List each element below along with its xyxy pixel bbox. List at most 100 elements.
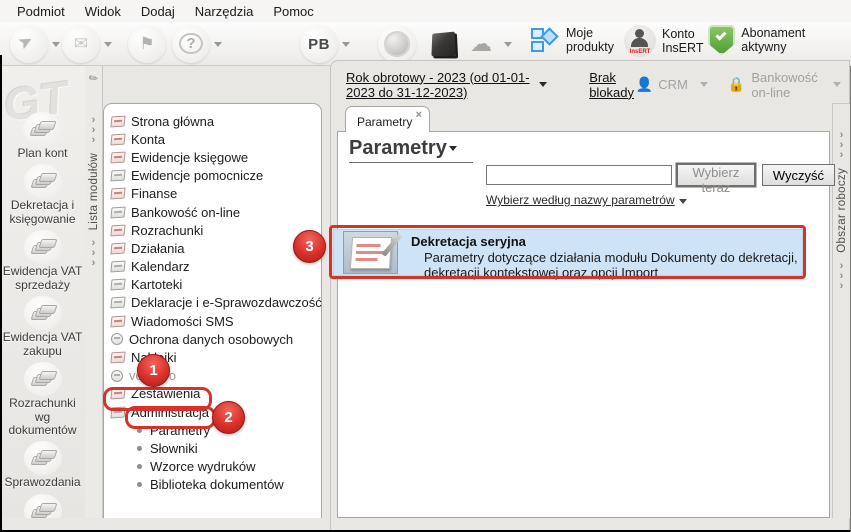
module-tree-panel: Strona główna Konta Ewidencje księgowe E…: [103, 103, 322, 518]
konto-insert-button[interactable]: InsERT Konto InsERT: [624, 25, 703, 57]
sidebar-item-rozrachunki-wg-dokumentow[interactable]: Rozrachunki wg dokumentów: [0, 362, 85, 437]
chevron-icon: ›: [839, 149, 844, 161]
item-title: Dekretacja seryjna: [411, 234, 526, 249]
sidebar-item-deklaracje-skarbowe[interactable]: Deklaracje skarbowe: [0, 493, 85, 518]
tree-item-kartoteki[interactable]: Kartoteki: [110, 276, 321, 294]
tree-item-finanse[interactable]: Finanse: [110, 185, 321, 203]
cloud-services-button[interactable]: [462, 25, 500, 63]
user-initials: PB: [308, 35, 330, 53]
pin-icon[interactable]: ✎: [86, 71, 101, 86]
administracja-icon: [110, 406, 126, 419]
menu-narzedzia[interactable]: Narzędzia: [186, 2, 263, 21]
tree-item-bankowosc-online[interactable]: Bankowość on-line: [110, 203, 321, 221]
cloud-caret[interactable]: [504, 42, 512, 47]
send-button[interactable]: [62, 25, 100, 63]
tree-item-dzialania[interactable]: Działania: [110, 239, 321, 257]
topbar: Rok obrotowy - 2023 (od 01-01-2023 do 31…: [331, 66, 849, 103]
moje-produkty-button[interactable]: Moje produkty: [530, 25, 614, 55]
dekretacja-seryjna-icon: [343, 231, 403, 274]
dekretacja-icon: [23, 164, 62, 199]
online-button[interactable]: [378, 25, 416, 63]
help-caret[interactable]: [214, 42, 222, 47]
menu-podmiot[interactable]: Podmiot: [8, 2, 74, 21]
zestawienia-icon: [110, 387, 126, 400]
brak-blokady-link[interactable]: Brak blokady: [589, 70, 636, 100]
kalendarz-icon: [110, 260, 126, 273]
parametry-content-panel: Parametry Wybierz teraz Wyczyść Wybierz …: [337, 131, 835, 518]
tree-item-ewidencje-pomocnicze[interactable]: Ewidencje pomocnicze: [110, 167, 321, 185]
wybierz-teraz-button[interactable]: Wybierz teraz: [677, 164, 755, 195]
user-button[interactable]: PB: [300, 25, 338, 63]
ewidencje-pomocnicze-icon: [110, 169, 126, 182]
abonament-button[interactable]: Abonament aktywny: [708, 25, 851, 55]
app-window: Podmiot Widok Dodaj Narzędzia Pomoc PB M…: [0, 0, 851, 532]
bankowosc-caret[interactable]: [833, 82, 842, 87]
tree-item-slowniki[interactable]: Słowniki: [111, 439, 321, 457]
konto-insert-icon: InsERT: [624, 25, 656, 57]
menu-dodaj[interactable]: Dodaj: [132, 2, 184, 21]
dekretacja-seryjna-item[interactable]: Dekretacja seryjna Parametry dotyczące d…: [333, 229, 803, 280]
deklaracje-icon: [110, 296, 126, 309]
annotation-step-3: 3: [293, 230, 326, 263]
send-caret[interactable]: [104, 42, 112, 47]
vendero-icon: [111, 369, 123, 382]
tree-item-wzorce-wydrukow[interactable]: Wzorce wydruków: [111, 458, 321, 476]
menu-pomoc[interactable]: Pomoc: [264, 2, 322, 21]
tree-item-deklaracje-esprawozdawczosc[interactable]: Deklaracje i e-Sprawozdawczość: [110, 294, 322, 312]
pointer-tool-button[interactable]: [10, 25, 48, 63]
tree-item-ochrona-danych[interactable]: Ochrona danych osobowych: [111, 330, 321, 348]
flag-button[interactable]: [128, 25, 166, 63]
annotation-step-2: 2: [212, 401, 245, 434]
parameter-search-input[interactable]: [486, 165, 672, 185]
lista-modulow-strip[interactable]: ✎ › › › Lista modułów › › ›: [85, 66, 103, 518]
crm-label[interactable]: CRM: [658, 77, 688, 92]
ewidencje-ksiegowe-icon: [110, 151, 126, 164]
plan-kont-icon: [23, 112, 62, 146]
strona-glowna-icon: [110, 115, 126, 128]
tree-item-konta[interactable]: Konta: [110, 130, 321, 148]
item-description: Parametry dotyczące działania modułu Dok…: [424, 250, 798, 281]
sidebar-item-sprawozdania[interactable]: Sprawozdania: [4, 441, 81, 489]
tab-close-icon[interactable]: ×: [416, 109, 422, 121]
filter-by-name-link[interactable]: Wybierz według nazwy parametrów: [486, 193, 687, 207]
help-button[interactable]: [172, 25, 210, 63]
module-cube-button[interactable]: [424, 25, 462, 63]
finanse-icon: [110, 187, 126, 200]
wyczysc-button[interactable]: Wyczyść: [761, 164, 835, 186]
tree-item-ewidencje-ksiegowe[interactable]: Ewidencje księgowe: [110, 148, 321, 166]
help-icon: [179, 35, 202, 53]
sprawozdania-icon: [23, 441, 62, 476]
crm-caret[interactable]: [699, 82, 708, 87]
tab-parametry[interactable]: Parametry ×: [345, 106, 430, 132]
sidebar-item-dekretacja[interactable]: Dekretacja i księgowanie: [0, 164, 85, 226]
bullet-icon: [137, 464, 142, 470]
tree-item-wiadomosci-sms[interactable]: Wiadomości SMS: [110, 312, 321, 330]
sidebar-item-ewidencja-vat-sprzedazy[interactable]: Ewidencja VAT sprzedaży: [0, 230, 85, 292]
bankowosc-label[interactable]: Bankowość on-line: [751, 70, 819, 100]
cube-icon: [431, 31, 456, 57]
chevron-icon: ›: [91, 134, 96, 146]
page-title[interactable]: Parametry: [349, 137, 473, 163]
menu-widok[interactable]: Widok: [76, 2, 130, 21]
sidebar-item-ewidencja-vat-zakupu[interactable]: Ewidencja VAT zakupu: [0, 296, 85, 358]
menubar: Podmiot Widok Dodaj Narzędzia Pomoc: [0, 0, 851, 22]
pointer-arrow-icon: [19, 36, 39, 52]
tree-item-kalendarz[interactable]: Kalendarz: [110, 258, 321, 276]
shortcut-sidebar: GT Plan kont Dekretacja i księgowanie Ew…: [0, 66, 85, 518]
pointer-tool-caret[interactable]: [52, 42, 60, 47]
tree-item-biblioteka-dokumentow[interactable]: Biblioteka dokumentów: [111, 476, 321, 494]
rok-obrotowy-link[interactable]: Rok obrotowy - 2023 (od 01-01-2023 do 31…: [346, 70, 535, 100]
title-caret-icon: [448, 146, 457, 151]
sidebar-item-plan-kont[interactable]: Plan kont: [17, 112, 68, 160]
filter-caret-icon: [678, 199, 687, 204]
rok-obrotowy-caret[interactable]: [539, 82, 548, 87]
konto-insert-label: Konto: [662, 26, 695, 41]
tree-item-strona-glowna[interactable]: Strona główna: [110, 112, 321, 130]
ochrona-danych-icon: [111, 333, 123, 346]
user-caret[interactable]: [342, 42, 350, 47]
moje-produkty-label: Moje: [566, 25, 594, 40]
tree-item-zestawienia[interactable]: Zestawienia: [110, 385, 321, 403]
konta-icon: [110, 133, 126, 146]
tree-item-rozrachunki[interactable]: Rozrachunki: [110, 221, 321, 239]
naklejki-icon: [110, 351, 126, 364]
